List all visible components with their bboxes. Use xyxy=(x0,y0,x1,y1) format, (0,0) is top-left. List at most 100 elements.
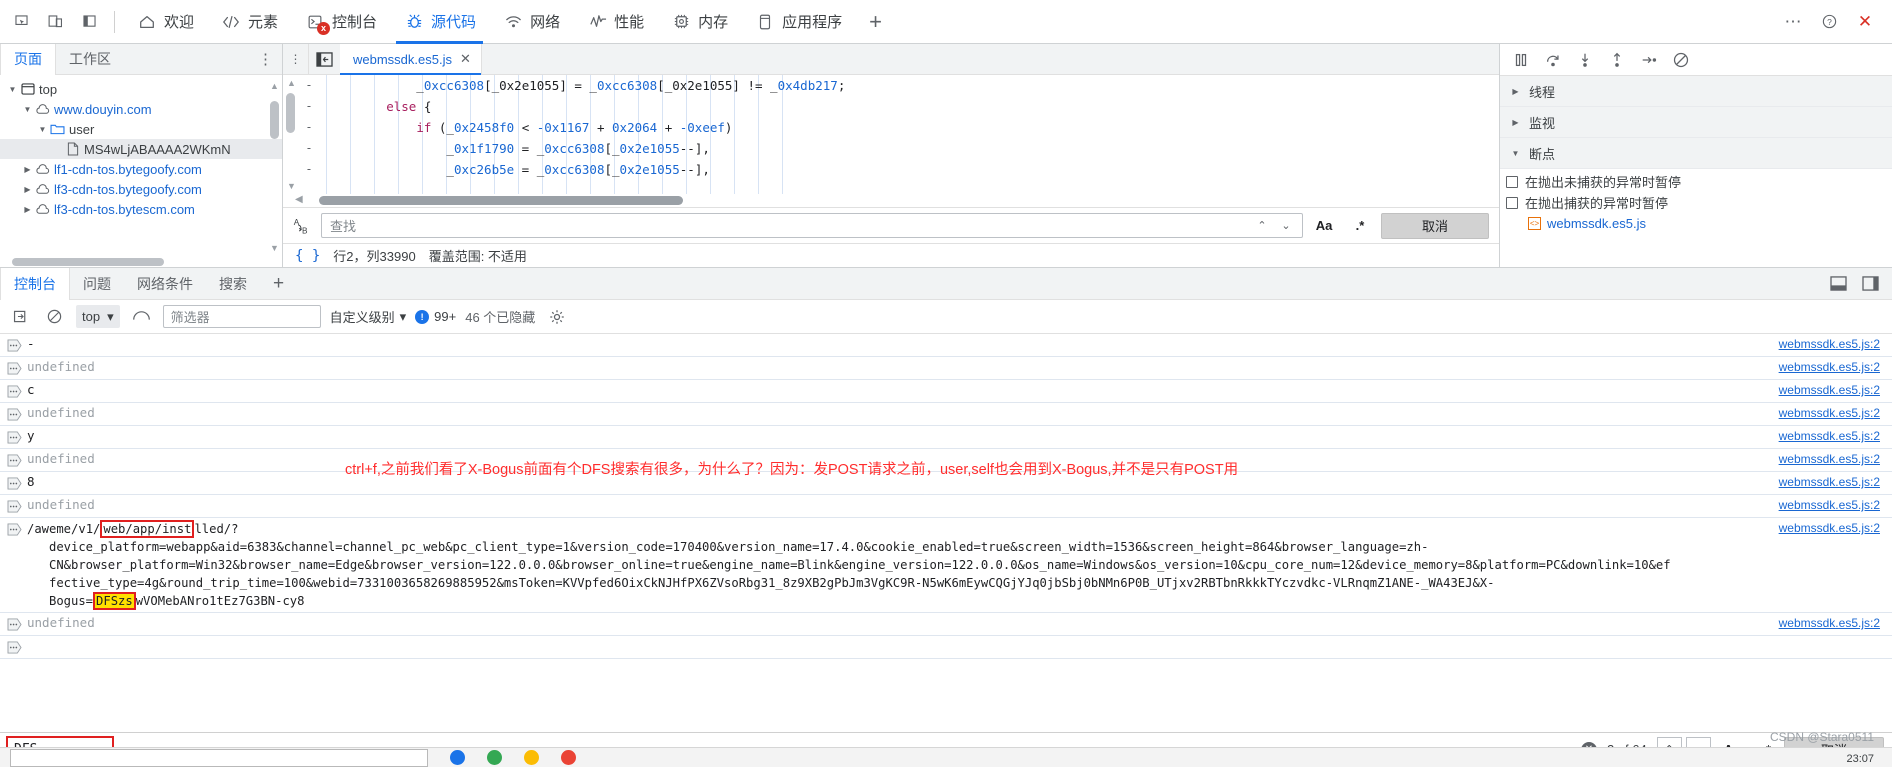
editor-find-next-icon[interactable]: ⌄ xyxy=(1274,214,1298,237)
console-log-row[interactable]: - webmssdk.es5.js:2 xyxy=(0,334,1892,357)
console-expand-icon[interactable] xyxy=(6,407,22,421)
drawer-tab-network-conditions[interactable]: 网络条件 xyxy=(124,268,206,300)
debugger-section-breakpoints[interactable]: ▼ 断点 xyxy=(1500,138,1892,169)
console-expand-icon[interactable] xyxy=(6,338,22,352)
console-log-row[interactable]: undefined webmssdk.es5.js:2 xyxy=(0,495,1892,518)
drawer-add-tab-button[interactable]: + xyxy=(260,273,297,295)
tab-sources[interactable]: 源代码 xyxy=(390,0,489,44)
deactivate-breakpoints-icon[interactable] xyxy=(1666,46,1696,74)
code-vscrollbar[interactable]: ▲ ▼ xyxy=(283,75,300,194)
console-source-link[interactable]: webmssdk.es5.js:2 xyxy=(1779,498,1880,512)
taskbar-app-icon[interactable] xyxy=(487,750,502,765)
editor-find-prev-icon[interactable]: ⌃ xyxy=(1250,214,1274,237)
editor-find-cancel-button[interactable]: 取消 xyxy=(1381,212,1489,239)
tab-application[interactable]: 应用程序 xyxy=(741,0,855,44)
console-log-row[interactable]: undefined webmssdk.es5.js:2 xyxy=(0,357,1892,380)
taskbar-app-icon[interactable] xyxy=(561,750,576,765)
chevron-down-icon[interactable]: ▼ xyxy=(21,105,34,114)
close-drawer-icon[interactable] xyxy=(1856,271,1884,297)
console-log-row[interactable]: undefined webmssdk.es5.js:2 xyxy=(0,613,1892,636)
pretty-print-icon[interactable]: { } xyxy=(295,248,320,264)
fold-marker[interactable]: - xyxy=(300,96,318,117)
console-source-link[interactable]: webmssdk.es5.js:2 xyxy=(1779,406,1880,420)
console-source-link[interactable]: webmssdk.es5.js:2 xyxy=(1779,475,1880,489)
navigator-tab-page[interactable]: 页面 xyxy=(0,43,56,75)
device-toolbar-icon[interactable] xyxy=(38,5,72,39)
close-icon[interactable]: ✕ xyxy=(1848,5,1882,39)
step-icon[interactable] xyxy=(1634,46,1664,74)
clear-console-icon[interactable] xyxy=(8,304,33,329)
console-source-link[interactable]: webmssdk.es5.js:2 xyxy=(1779,452,1880,466)
console-output[interactable]: - webmssdk.es5.js:2 undefined webmssdk.es5.… xyxy=(0,334,1892,732)
tree-node[interactable]: ▼ www.douyin.com xyxy=(0,99,282,119)
tab-memory[interactable]: 内存 xyxy=(657,0,741,44)
debugger-section-threads[interactable]: ▶ 线程 xyxy=(1500,76,1892,107)
editor-match-case-button[interactable]: Aa xyxy=(1309,213,1339,239)
editor-tab-close-icon[interactable]: ✕ xyxy=(460,51,471,67)
console-log-row[interactable]: y webmssdk.es5.js:2 xyxy=(0,426,1892,449)
console-source-link[interactable]: webmssdk.es5.js:2 xyxy=(1779,383,1880,397)
navigator-tab-workspace[interactable]: 工作区 xyxy=(56,44,124,75)
tree-scroll-up-icon[interactable]: ▲ xyxy=(269,79,280,93)
code-line[interactable]: if (_0x2458f0 < -0x1167 + 0x2064 + -0xee… xyxy=(326,117,845,138)
code-hscrollbar[interactable]: ◀ xyxy=(283,194,1499,207)
tree-node[interactable]: ▶ lf3-cdn-tos.bytegoofy.com xyxy=(0,179,282,199)
console-source-link[interactable]: webmssdk.es5.js:2 xyxy=(1779,337,1880,351)
breakpoint-file-row[interactable]: <> webmssdk.es5.js xyxy=(1506,213,1892,233)
gear-icon[interactable] xyxy=(544,304,569,329)
console-url-log-row[interactable]: /aweme/v1/web/app/inst lled/? device_platf… xyxy=(0,518,1892,613)
dock-side-icon[interactable] xyxy=(72,5,106,39)
tree-node[interactable]: ▼ user xyxy=(0,119,282,139)
tree-hscrollbar[interactable] xyxy=(0,257,282,267)
help-icon[interactable]: ? xyxy=(1812,5,1846,39)
add-panel-button[interactable]: + xyxy=(855,0,896,44)
tab-network[interactable]: 网络 xyxy=(489,0,573,44)
more-options-icon[interactable]: ⋯ xyxy=(1776,5,1810,39)
code-scroll-down-icon[interactable]: ▼ xyxy=(286,180,297,192)
chevron-right-icon[interactable]: ▶ xyxy=(21,165,34,174)
console-expand-icon[interactable] xyxy=(6,640,22,654)
console-source-link[interactable]: webmssdk.es5.js:2 xyxy=(1779,521,1880,535)
tab-welcome[interactable]: 欢迎 xyxy=(123,0,207,44)
console-expand-icon[interactable] xyxy=(6,617,22,631)
checkbox-icon[interactable] xyxy=(1506,196,1518,209)
editor-regex-button[interactable]: .* xyxy=(1345,213,1375,239)
console-source-link[interactable]: webmssdk.es5.js:2 xyxy=(1779,360,1880,374)
code-scroll-thumb[interactable] xyxy=(286,93,295,133)
console-context-selector[interactable]: top ▾ xyxy=(76,305,120,328)
debugger-section-watch[interactable]: ▶ 监视 xyxy=(1500,107,1892,138)
show-navigator-icon[interactable] xyxy=(308,43,340,75)
tree-node[interactable]: ▼ top xyxy=(0,79,282,99)
no-entry-icon[interactable] xyxy=(42,304,67,329)
console-log-level-selector[interactable]: 自定义级别 ▾ xyxy=(330,307,407,326)
console-source-link[interactable]: webmssdk.es5.js:2 xyxy=(1779,616,1880,630)
console-log-row[interactable]: undefined webmssdk.es5.js:2 xyxy=(0,403,1892,426)
chevron-down-icon[interactable]: ▼ xyxy=(36,125,49,134)
fold-marker[interactable]: - xyxy=(300,159,318,180)
fold-marker[interactable]: - xyxy=(300,117,318,138)
pause-caught-exceptions-row[interactable]: 在抛出捕获的异常时暂停 xyxy=(1506,192,1892,213)
console-expand-icon[interactable] xyxy=(6,361,22,375)
tree-node[interactable]: ▶ lf3-cdn-tos.bytescm.com xyxy=(0,199,282,219)
taskbar-app-icon[interactable] xyxy=(524,750,539,765)
tree-hscroll-thumb[interactable] xyxy=(12,258,164,266)
fold-marker[interactable]: - xyxy=(300,138,318,159)
pause-uncaught-exceptions-row[interactable]: 在抛出未捕获的异常时暂停 xyxy=(1506,171,1892,192)
step-into-icon[interactable] xyxy=(1570,46,1600,74)
dock-to-bottom-icon[interactable] xyxy=(1824,271,1852,297)
editor-more-icon[interactable]: ⋮ xyxy=(283,44,308,75)
code-hscroll-thumb[interactable] xyxy=(319,196,683,205)
step-out-icon[interactable] xyxy=(1602,46,1632,74)
inspect-icon[interactable] xyxy=(4,5,38,39)
checkbox-icon[interactable] xyxy=(1506,175,1518,188)
code-line[interactable]: else { xyxy=(326,96,845,117)
chevron-down-icon[interactable]: ▼ xyxy=(6,85,19,94)
console-expand-icon[interactable] xyxy=(6,499,22,513)
console-expand-icon[interactable] xyxy=(6,430,22,444)
console-log-row[interactable] xyxy=(0,636,1892,659)
console-filter-input[interactable]: 筛选器 xyxy=(162,305,321,328)
tab-console[interactable]: x 控制台 xyxy=(291,0,390,44)
console-expand-icon[interactable] xyxy=(6,476,22,490)
navigator-more-icon[interactable]: ⋮ xyxy=(249,50,282,68)
taskbar-app-icon[interactable] xyxy=(450,750,465,765)
